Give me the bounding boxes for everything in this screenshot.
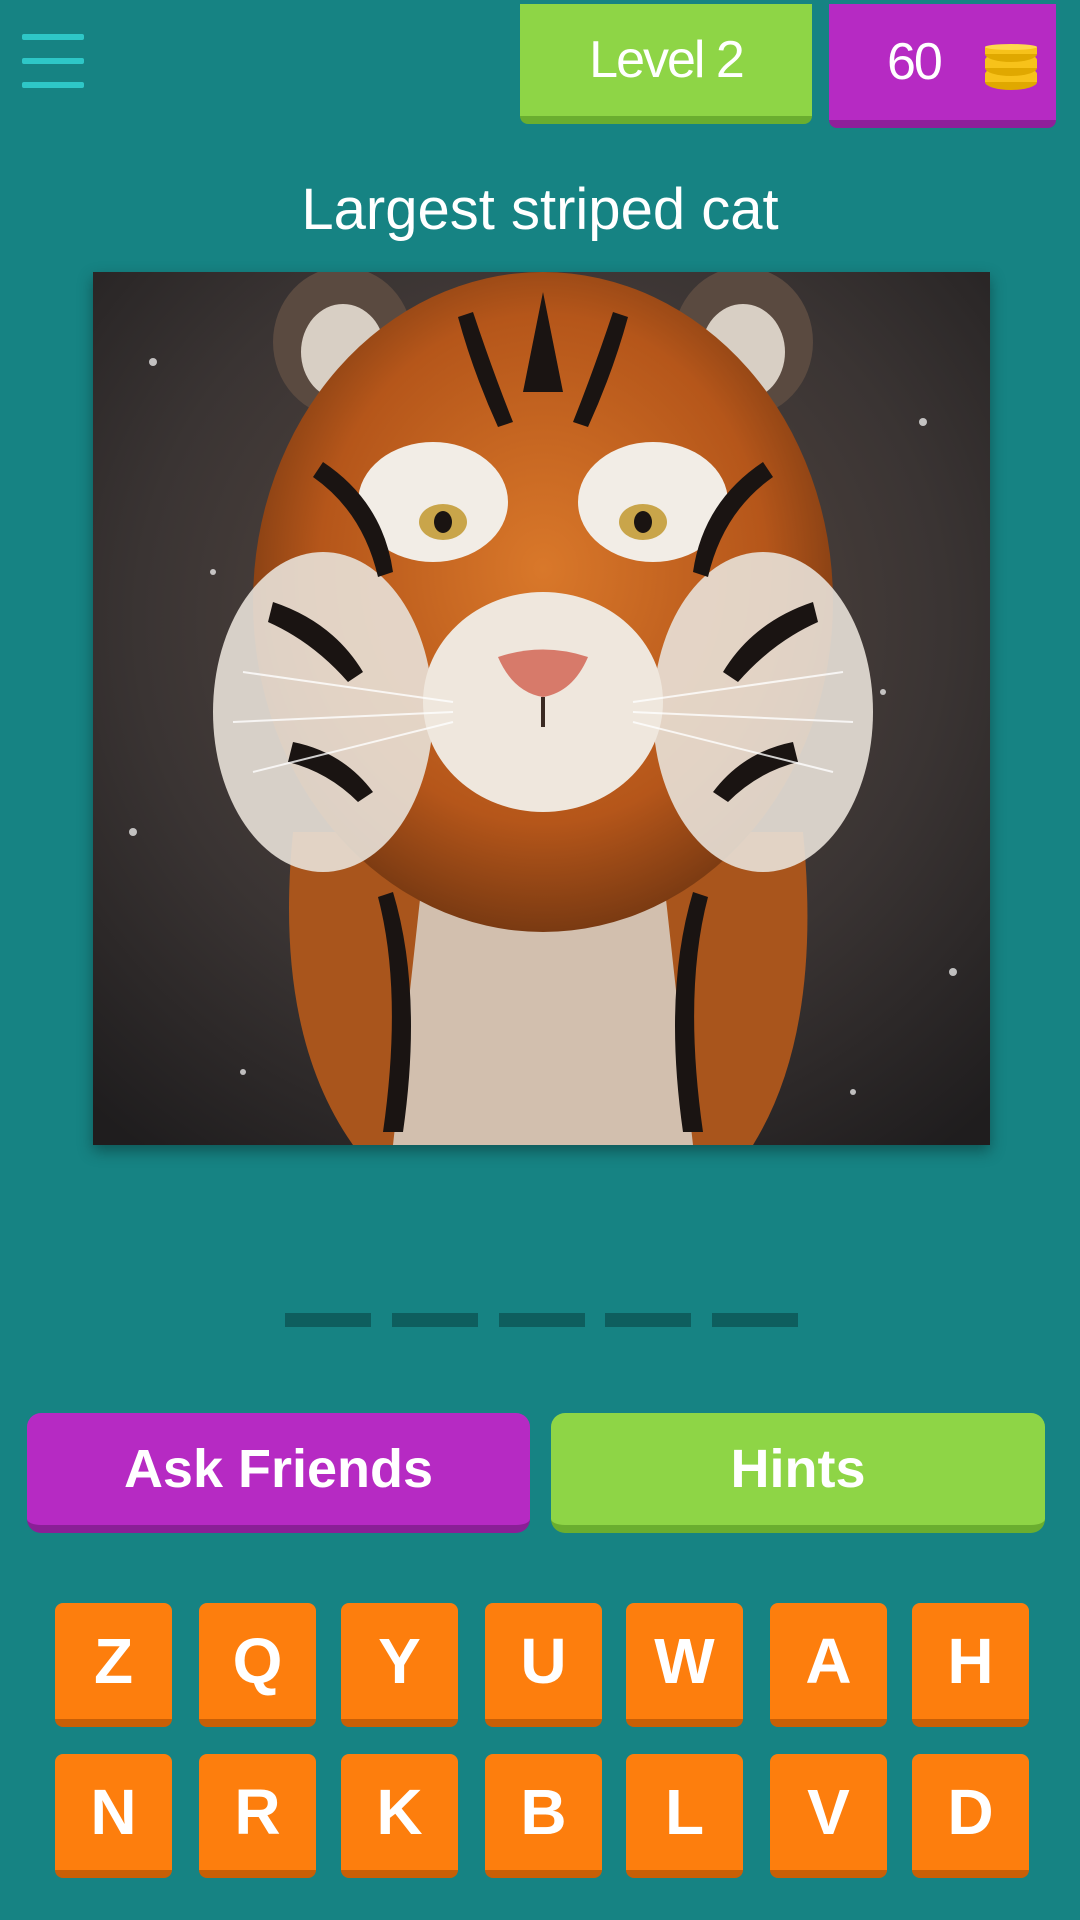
answer-slot[interactable] (605, 1313, 692, 1327)
letter-key[interactable]: D (912, 1754, 1029, 1878)
ask-friends-label: Ask Friends (123, 1439, 434, 1499)
hints-label: Hints (730, 1439, 866, 1499)
letter-key[interactable]: A (770, 1603, 887, 1727)
coin-stack-icon (985, 44, 1037, 90)
letter-key[interactable]: V (770, 1754, 887, 1878)
game-screen: Level 2 60 Largest striped cat Ask Frien… (0, 0, 1080, 1920)
question-text: Largest striped cat (301, 177, 779, 242)
letter-key[interactable]: R (199, 1754, 316, 1878)
letter-key[interactable]: L (626, 1754, 743, 1878)
letter-key[interactable]: N (55, 1754, 172, 1878)
letter-key[interactable]: W (626, 1603, 743, 1727)
answer-slot[interactable] (285, 1313, 371, 1327)
level-badge: Level 2 (520, 4, 812, 124)
letter-key[interactable]: B (485, 1754, 602, 1878)
ask-friends-button[interactable]: Ask Friends (27, 1413, 530, 1533)
letter-key[interactable]: H (912, 1603, 1029, 1727)
answer-slot[interactable] (391, 1313, 478, 1327)
letter-key[interactable]: K (341, 1754, 458, 1878)
answer-slot[interactable] (712, 1313, 798, 1327)
puzzle-image (93, 272, 990, 1145)
answer-slots (285, 1313, 798, 1327)
menu-icon[interactable] (22, 34, 84, 88)
tiger-photo (93, 272, 990, 1145)
coins-badge[interactable]: 60 (829, 4, 1056, 128)
level-label: Level 2 (589, 31, 745, 89)
hints-button[interactable]: Hints (551, 1413, 1045, 1533)
letter-key[interactable]: Z (55, 1603, 172, 1727)
letter-key[interactable]: U (485, 1603, 602, 1727)
letter-key[interactable]: Q (199, 1603, 316, 1727)
answer-slot[interactable] (498, 1313, 585, 1327)
coin-count: 60 (887, 33, 943, 91)
letter-key[interactable]: Y (341, 1603, 458, 1727)
